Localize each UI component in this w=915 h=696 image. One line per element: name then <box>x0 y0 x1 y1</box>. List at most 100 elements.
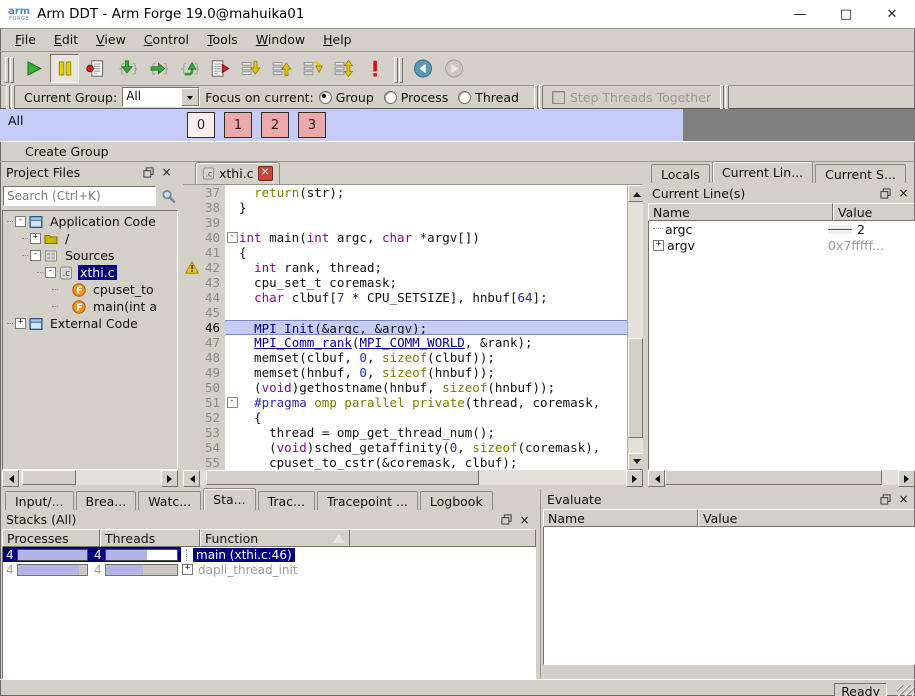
code-line-50[interactable]: 50 (void)gethostname(hnbuf, sizeof(hnbuf… <box>183 380 627 395</box>
process-box-1[interactable]: 1 <box>224 112 252 138</box>
line-number-gutter[interactable]: 44 <box>183 290 225 305</box>
tree-item-main-int-a[interactable]: Fmain(int a <box>3 298 177 315</box>
collapse-icon[interactable]: - <box>30 250 41 261</box>
code-line-42[interactable]: 42 int rank, thread; <box>183 260 627 275</box>
line-number-gutter[interactable]: 42 <box>183 260 225 275</box>
up-stack-frame-button[interactable] <box>267 54 296 83</box>
tab-trac-[interactable]: Trac... <box>258 491 315 510</box>
expand-all-stacks-button[interactable] <box>329 54 358 83</box>
float-panel-icon[interactable] <box>141 165 156 179</box>
close-panel-icon[interactable]: × <box>159 165 174 179</box>
toolbar-handle[interactable] <box>5 57 14 81</box>
line-number-gutter[interactable]: 40 <box>183 230 225 245</box>
close-tab-icon[interactable]: ✕ <box>258 166 273 181</box>
column-header-value[interactable]: Value <box>698 509 915 527</box>
line-number-gutter[interactable]: 55 <box>183 455 225 470</box>
radio-thread[interactable] <box>458 91 471 104</box>
code-line-38[interactable]: 38} <box>183 200 627 215</box>
line-number-gutter[interactable]: 49 <box>183 365 225 380</box>
expand-icon[interactable]: + <box>653 240 664 251</box>
fold-column[interactable] <box>225 425 239 440</box>
toolbar-handle[interactable] <box>394 57 403 81</box>
chevron-down-icon[interactable] <box>181 88 199 106</box>
pause-button[interactable] <box>50 54 79 83</box>
code-line-54[interactable]: 54 (void)sched_getaffinity(0, sizeof(cor… <box>183 440 627 455</box>
stack-row-dapli-thread-init[interactable]: 44+dapli_thread_init <box>3 562 535 577</box>
fold-column[interactable] <box>225 410 239 425</box>
editor-hscrollbar[interactable] <box>183 470 643 485</box>
line-number-gutter[interactable]: 43 <box>183 275 225 290</box>
code-line-46[interactable]: 46 MPI_Init(&argc, &argv); <box>183 320 627 335</box>
collapse-icon[interactable]: - <box>15 216 26 227</box>
collapse-icon[interactable]: - <box>45 267 56 278</box>
radio-process[interactable] <box>384 91 397 104</box>
toolbar-handle[interactable] <box>534 85 543 109</box>
scroll-down-icon[interactable] <box>628 453 643 470</box>
expand-icon[interactable]: + <box>15 318 26 329</box>
scroll-up-icon[interactable] <box>628 185 643 202</box>
menu-help[interactable]: Help <box>314 30 361 50</box>
column-header-threads[interactable]: Threads <box>100 529 200 547</box>
line-number-gutter[interactable]: 53 <box>183 425 225 440</box>
menu-window[interactable]: Window <box>247 30 314 50</box>
float-panel-icon[interactable] <box>499 513 514 527</box>
expand-icon[interactable]: + <box>182 564 193 575</box>
current-group-select[interactable]: All <box>122 87 200 107</box>
stack-row-main-xthi-c-46-[interactable]: 44main (xthi.c:46) <box>3 547 535 562</box>
variable-row-argc[interactable]: argc2 <box>649 221 914 237</box>
close-panel-icon[interactable]: × <box>896 186 911 200</box>
process-box-0[interactable]: 0 <box>187 112 215 138</box>
project-files-hscrollbar[interactable] <box>2 470 178 485</box>
float-panel-icon[interactable] <box>878 492 893 506</box>
fold-column[interactable] <box>225 305 239 320</box>
line-number-gutter[interactable]: 54 <box>183 440 225 455</box>
tab-input-[interactable]: Input/... <box>5 491 74 510</box>
close-panel-icon[interactable]: × <box>517 513 532 527</box>
bottom-stack-frame-button[interactable] <box>298 54 327 83</box>
maximize-button[interactable]: □ <box>823 7 869 22</box>
column-header-name[interactable]: Name <box>648 203 833 221</box>
line-number-gutter[interactable]: 52 <box>183 410 225 425</box>
step-threads-together-checkbox[interactable] <box>552 91 565 104</box>
fold-column[interactable] <box>225 215 239 230</box>
tree-item-application-code[interactable]: -Application Code <box>3 213 177 230</box>
tab-sta-[interactable]: Sta... <box>203 488 255 510</box>
tab-current-lin-[interactable]: Current Lin... <box>712 161 813 183</box>
code-line-53[interactable]: 53 thread = omp_get_thread_num(); <box>183 425 627 440</box>
fold-column[interactable] <box>225 440 239 455</box>
fold-column[interactable] <box>225 290 239 305</box>
fold-column[interactable] <box>225 275 239 290</box>
float-panel-icon[interactable] <box>878 186 893 200</box>
line-number-gutter[interactable]: 39 <box>183 215 225 230</box>
menu-control[interactable]: Control <box>135 30 198 50</box>
line-number-gutter[interactable]: 46 <box>183 320 225 335</box>
tree-item-xthi-c[interactable]: -.cxthi.c <box>3 264 177 281</box>
tab-current-s-[interactable]: Current S... <box>815 164 906 183</box>
fold-column[interactable] <box>225 260 239 275</box>
step-over-button[interactable]: {} <box>143 54 172 83</box>
search-input[interactable] <box>3 186 156 206</box>
menu-view[interactable]: View <box>87 30 135 50</box>
tree-item-sources[interactable]: -Sources <box>3 247 177 264</box>
tab-tracepoint-[interactable]: Tracepoint ... <box>317 491 418 510</box>
fold-column[interactable] <box>225 455 239 470</box>
step-into-button[interactable]: {} <box>112 54 141 83</box>
fold-column[interactable] <box>225 335 239 350</box>
code-line-41[interactable]: 41{ <box>183 245 627 260</box>
radio-group[interactable] <box>319 91 332 104</box>
toolbar-handle[interactable] <box>6 85 15 109</box>
tab-watc-[interactable]: Watc... <box>138 491 201 510</box>
code-line-47[interactable]: 47 MPI_Comm_rank(MPI_COMM_WORLD, &rank); <box>183 335 627 350</box>
fold-column[interactable] <box>225 380 239 395</box>
minimize-button[interactable]: — <box>777 7 823 22</box>
menu-tools[interactable]: Tools <box>198 30 247 50</box>
fold-column[interactable] <box>225 365 239 380</box>
column-header-processes[interactable]: Processes <box>2 529 100 547</box>
fold-collapse-icon[interactable]: - <box>227 397 238 408</box>
column-header-value[interactable]: Value <box>833 203 915 221</box>
code-line-43[interactable]: 43 cpu_set_t coremask; <box>183 275 627 290</box>
group-all-row[interactable] <box>0 109 683 141</box>
search-icon[interactable] <box>159 187 177 205</box>
tab-xthi-c[interactable]: .c xthi.c ✕ <box>195 162 280 184</box>
create-group-row[interactable]: Create Group <box>0 142 915 162</box>
